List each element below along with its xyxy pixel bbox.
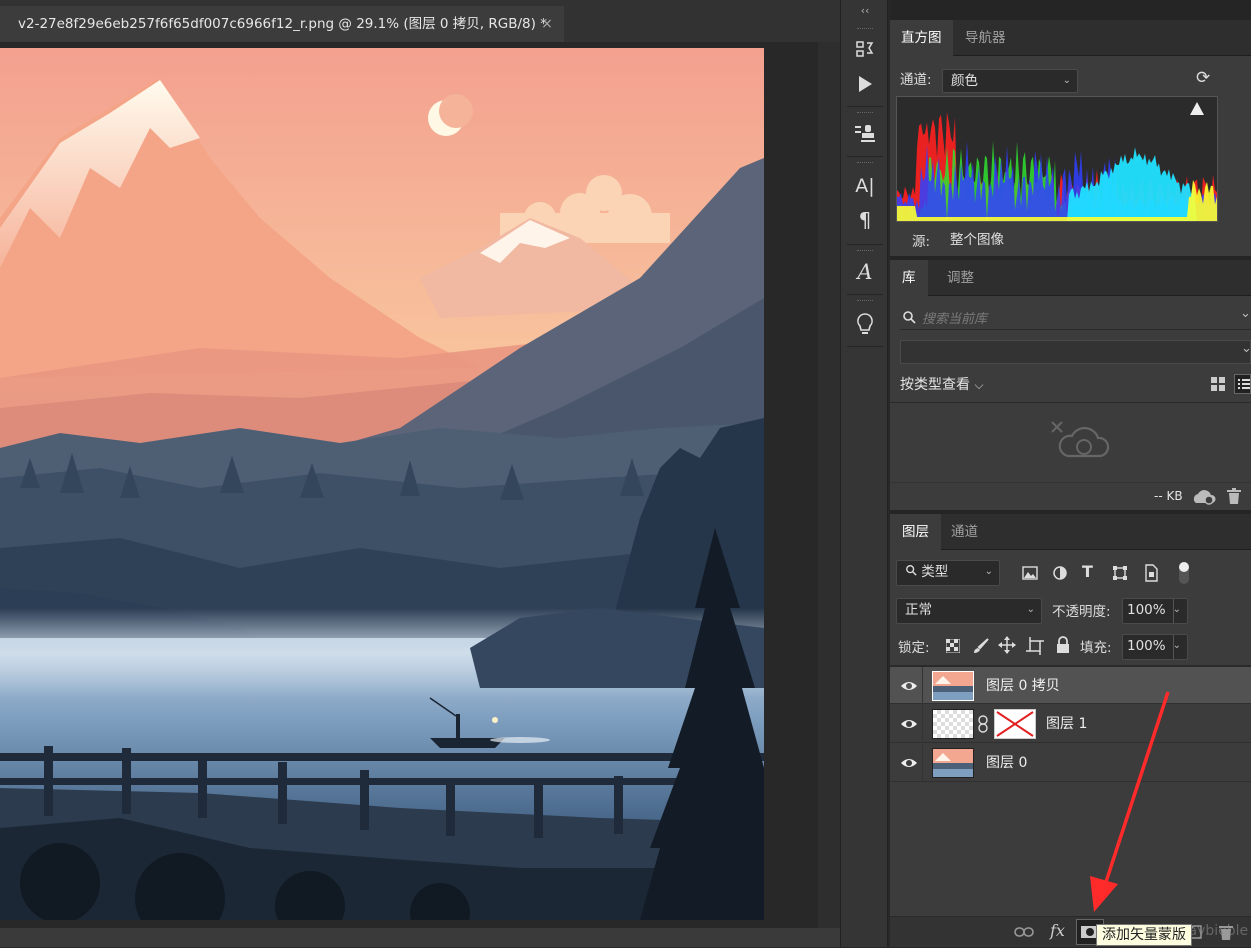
layer-name[interactable]: 图层 0 [986,744,1027,782]
opacity-field[interactable]: 100% ⌄ [1122,598,1188,624]
search-icon [903,311,916,324]
tab-layers[interactable]: 图层 [890,514,941,550]
panel-grip[interactable] [857,162,873,165]
trash-icon[interactable] [1226,487,1242,505]
search-icon [906,565,917,576]
visibility-eye-icon[interactable] [900,754,918,772]
opacity-label: 不透明度: [1052,604,1111,620]
lock-paint-brush-icon[interactable] [972,637,990,655]
library-tabs: 库 调整 [890,260,1251,296]
chevron-down-icon: ⌄ [1240,306,1251,321]
channel-label: 通道: [900,72,932,88]
right-panel-dock: 直方图 导航器 通道: 颜色 ⌄ ⟳ 源: 整个图像 库 调整 搜索当前库 ⌄ ⌄… [890,0,1251,947]
tab-library[interactable]: 库 [890,260,928,296]
visibility-eye-icon[interactable] [900,677,918,695]
filter-type-icon[interactable]: T [1082,562,1093,581]
paragraph-icon[interactable]: ¶ [841,200,889,240]
vertical-scrollbar[interactable] [818,42,840,928]
layers-panel: 类型 ⌄ T 正常 ⌄ 不透明度: 100% ⌄ 锁定: 填充: 100% ⌄ … [890,550,1251,947]
warning-icon[interactable] [1190,102,1204,115]
library-search-placeholder: 搜索当前库 [922,312,988,327]
lock-all-icon[interactable] [1056,636,1070,654]
close-icon[interactable]: × [538,6,556,42]
chevron-down-icon: ⌵ [974,378,984,392]
library-size: -- KB [1154,489,1183,503]
cloud-sync-icon[interactable] [1192,489,1216,505]
layer-thumbnail-transparent [932,709,974,739]
refresh-icon[interactable]: ⟳ [1196,68,1210,88]
glyphs-icon[interactable]: A [841,252,889,292]
source-label: 源: [912,234,931,250]
layer-row[interactable]: 图层 0 拷贝 [890,666,1251,705]
play-action-icon[interactable] [841,64,889,104]
lock-move-icon[interactable] [998,636,1016,654]
blend-mode-select[interactable]: 正常 ⌄ [896,598,1042,624]
link-chain-icon[interactable] [978,715,988,733]
channel-select[interactable]: 颜色 ⌄ [942,69,1078,93]
chevron-down-icon: ⌄ [1026,604,1035,615]
layers-footer: fx CSDN @Jaybieble [890,916,1251,947]
fill-field[interactable]: 100% ⌄ [1122,634,1188,660]
tooltip: 添加矢量蒙版 [1096,924,1192,946]
chevron-down-icon: ⌄ [984,566,993,577]
collapse-icon[interactable]: ‹‹ [841,0,889,22]
layer-row[interactable]: 图层 1 [890,705,1251,743]
lock-artboard-icon[interactable] [1026,637,1044,655]
image-canvas[interactable] [0,48,764,920]
creative-cloud-offline-icon [1051,421,1110,458]
tab-navigator[interactable]: 导航器 [954,20,1017,56]
histogram-graph [896,96,1218,222]
tab-histogram[interactable]: 直方图 [890,20,953,56]
layer-thumbnail [932,748,974,778]
layer-row[interactable]: 图层 0 [890,744,1251,782]
library-select[interactable]: ⌄ [900,340,1251,364]
document-tab[interactable]: v2-27e8f29e6eb257f6f65df007c6966f12_r.pn… [0,6,564,42]
library-search[interactable]: 搜索当前库 ⌄ [900,306,1251,330]
vector-mask-thumbnail[interactable] [994,709,1036,739]
filter-smart-object-icon[interactable] [1143,564,1159,582]
filter-pixel-icon[interactable] [1022,566,1038,580]
link-layers-icon[interactable] [1014,926,1034,938]
chevron-down-icon: ⌄ [1062,75,1071,86]
filter-toggle[interactable] [1179,562,1189,584]
tab-adjustments[interactable]: 调整 [936,260,985,296]
layers-tabs: 图层 通道 [890,514,1251,550]
lock-transparent-icon[interactable] [946,639,960,653]
filter-adjustment-icon[interactable] [1052,565,1068,581]
layer-name[interactable]: 图层 0 拷贝 [986,667,1060,705]
histogram-tabs: 直方图 导航器 [890,20,1251,56]
layer-thumbnail [932,671,974,701]
document-area: v2-27e8f29e6eb257f6f65df007c6966f12_r.pn… [0,0,840,947]
view-by-type-button[interactable]: 按类型查看 ⌵ [900,374,984,394]
document-tab-bar: v2-27e8f29e6eb257f6f65df007c6966f12_r.pn… [0,0,840,42]
filter-shape-icon[interactable] [1112,565,1128,581]
clone-source-icon[interactable] [841,114,889,154]
lock-label: 锁定: [898,640,930,656]
library-footer: -- KB [890,482,1251,510]
delete-layer-icon[interactable] [1218,923,1234,941]
tab-channels[interactable]: 通道 [940,514,989,550]
panel-toolbar: ‹‹ A| ¶ A [840,0,888,947]
landscape-illustration [0,48,764,920]
chevron-down-icon: ⌄ [1172,640,1181,651]
layer-filter-select[interactable]: 类型 ⌄ [896,560,1000,586]
grid-view-icon[interactable] [1210,376,1226,392]
fill-label: 填充: [1080,640,1112,656]
chevron-down-icon: ⌄ [1172,604,1181,615]
source-select[interactable]: 整个图像 [942,229,1251,253]
document-tab-title: v2-27e8f29e6eb257f6f65df007c6966f12_r.pn… [18,16,547,32]
fx-button[interactable]: fx [1050,921,1065,940]
list-view-icon[interactable] [1234,374,1251,394]
chevron-down-icon: ⌄ [1241,341,1251,356]
horizontal-scrollbar[interactable] [0,928,840,947]
histogram-panel: 通道: 颜色 ⌄ ⟳ 源: 整个图像 [890,56,1251,256]
learn-lightbulb-icon[interactable] [841,304,889,344]
library-panel: 搜索当前库 ⌄ ⌄ 按类型查看 ⌵ -- KB [890,296,1251,510]
layer-name[interactable]: 图层 1 [1046,705,1087,743]
visibility-eye-icon[interactable] [900,715,918,733]
panel-grip[interactable] [857,300,873,303]
